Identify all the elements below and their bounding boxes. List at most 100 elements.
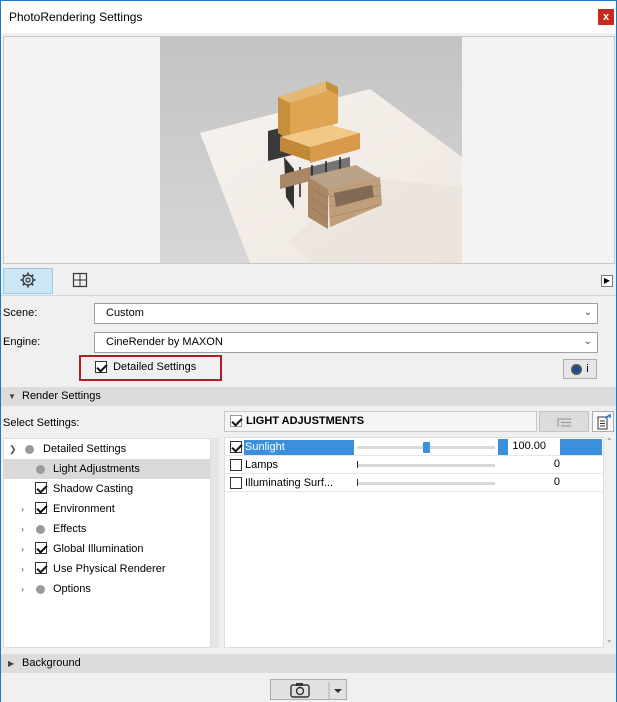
tree-item-label: Global Illumination bbox=[53, 543, 144, 555]
bullet-icon bbox=[25, 445, 34, 454]
intensity-slider[interactable] bbox=[357, 479, 495, 486]
document-export-button[interactable] bbox=[592, 411, 614, 432]
view-toolbar: ▶ bbox=[1, 266, 616, 296]
slider-handle[interactable] bbox=[357, 461, 358, 468]
dropdown-arrow-icon[interactable] bbox=[334, 689, 342, 693]
tree-item-label: Options bbox=[53, 583, 91, 595]
preview-area bbox=[3, 36, 615, 264]
light-row[interactable]: Illuminating Surf... 0 bbox=[225, 474, 603, 492]
tree-item-use-physical-renderer[interactable]: › Use Physical Renderer bbox=[4, 559, 210, 579]
light-name: Lamps bbox=[245, 459, 279, 471]
triangle-right-icon: ▶ bbox=[8, 659, 15, 668]
scene-value: Custom bbox=[106, 307, 144, 319]
tree-item-shadow-casting[interactable]: Shadow Casting bbox=[4, 479, 210, 499]
render-settings-section[interactable]: ▼ Render Settings bbox=[1, 387, 616, 406]
checkbox-icon[interactable] bbox=[230, 459, 242, 471]
gear-icon bbox=[20, 272, 36, 291]
checkbox-icon[interactable] bbox=[35, 502, 47, 514]
crop-frame-icon bbox=[72, 272, 88, 291]
expand-panel-button[interactable]: ▶ bbox=[601, 275, 613, 287]
tree-item-label: Detailed Settings bbox=[43, 443, 127, 455]
color-swatch[interactable] bbox=[560, 439, 602, 455]
tree-item-options[interactable]: › Options bbox=[4, 579, 210, 599]
info-button[interactable]: i bbox=[563, 359, 597, 379]
chevron-down-icon: ⌄ bbox=[583, 336, 592, 347]
checkbox-icon[interactable] bbox=[35, 562, 47, 574]
tree-item-label: Shadow Casting bbox=[53, 483, 134, 495]
tree-item-label: Environment bbox=[53, 503, 115, 515]
tree-item-label: Light Adjustments bbox=[53, 463, 140, 475]
render-preview-image bbox=[160, 37, 462, 263]
bullet-icon bbox=[36, 465, 45, 474]
info-label: i bbox=[586, 363, 589, 375]
scroll-down-icon[interactable]: ⌄ bbox=[606, 635, 613, 644]
photorendering-settings-window: PhotoRendering Settings x ▶ Scene: Custo… bbox=[0, 0, 617, 702]
engine-value: CineRender by MAXON bbox=[106, 336, 223, 348]
title-bar: PhotoRendering Settings x bbox=[1, 1, 616, 33]
tree-item-effects[interactable]: › Effects bbox=[4, 519, 210, 539]
engine-label: Engine: bbox=[3, 336, 41, 348]
tree-item-global-illumination[interactable]: › Global Illumination bbox=[4, 539, 210, 559]
scroll-up-icon[interactable]: ⌃ bbox=[606, 437, 613, 446]
tree-item-light-adjustments[interactable]: Light Adjustments bbox=[4, 459, 210, 479]
tree-item-label: Effects bbox=[53, 523, 87, 535]
triangle-right-icon: ▶ bbox=[603, 276, 611, 285]
detailed-settings-checkbox[interactable]: Detailed Settings bbox=[95, 361, 197, 374]
slider-handle[interactable] bbox=[423, 442, 430, 453]
checkbox-icon[interactable] bbox=[35, 542, 47, 554]
tree-item-detailed-settings[interactable]: ❯ Detailed Settings bbox=[4, 439, 210, 459]
camera-icon bbox=[290, 683, 310, 698]
checkbox-icon[interactable] bbox=[35, 482, 47, 494]
light-list-scrollbar[interactable]: ⌃ ⌄ bbox=[604, 437, 616, 648]
tab-size[interactable] bbox=[55, 268, 105, 294]
scene-dropdown[interactable]: Custom ⌄ bbox=[94, 303, 598, 324]
window-title: PhotoRendering Settings bbox=[9, 10, 143, 24]
light-value: 0 bbox=[553, 476, 560, 488]
background-section[interactable]: ▶ Background bbox=[1, 654, 616, 673]
engine-dropdown[interactable]: CineRender by MAXON ⌄ bbox=[94, 332, 598, 353]
triangle-down-icon: ▼ bbox=[8, 392, 16, 401]
light-value: 0 bbox=[553, 458, 560, 470]
render-engine-icon bbox=[571, 363, 583, 375]
chevron-right-icon[interactable]: › bbox=[21, 559, 24, 579]
detailed-settings-label: Detailed Settings bbox=[113, 361, 197, 373]
background-label: Background bbox=[22, 657, 81, 669]
list-icon bbox=[557, 418, 571, 427]
checkbox-icon[interactable] bbox=[230, 441, 242, 453]
settings-tree: ❯ Detailed Settings Light Adjustments Sh… bbox=[3, 438, 211, 648]
chevron-right-icon[interactable]: › bbox=[21, 539, 24, 559]
chevron-right-icon[interactable]: › bbox=[21, 519, 24, 539]
document-arrow-icon bbox=[597, 413, 611, 430]
detailed-settings-highlight: Detailed Settings bbox=[79, 355, 222, 381]
panel-title: LIGHT ADJUSTMENTS bbox=[246, 415, 365, 427]
footer-bar bbox=[1, 676, 616, 702]
light-row[interactable]: Lamps 0 bbox=[225, 456, 603, 474]
light-name: Illuminating Surf... bbox=[245, 477, 334, 489]
light-list: Sunlight 100.00 Lamps 0 Illuminating Surf...… bbox=[224, 437, 604, 648]
render-button[interactable] bbox=[270, 679, 347, 700]
select-settings-label: Select Settings: bbox=[3, 417, 80, 429]
intensity-slider[interactable] bbox=[357, 439, 508, 455]
list-view-button[interactable] bbox=[539, 411, 589, 432]
slider-handle[interactable] bbox=[357, 479, 358, 486]
building-render bbox=[160, 37, 462, 263]
light-value: 100.00 bbox=[512, 440, 546, 452]
tab-settings[interactable] bbox=[3, 268, 53, 294]
chevron-down-icon: ⌄ bbox=[583, 307, 592, 318]
checkbox-icon[interactable] bbox=[230, 477, 242, 489]
render-settings-label: Render Settings bbox=[22, 390, 101, 402]
chevron-right-icon[interactable]: › bbox=[21, 579, 24, 599]
chevron-right-icon[interactable]: › bbox=[21, 499, 24, 519]
tree-scrollbar[interactable] bbox=[211, 438, 219, 648]
bullet-icon bbox=[36, 525, 45, 534]
light-row[interactable]: Sunlight 100.00 bbox=[225, 438, 603, 456]
checkbox-icon[interactable] bbox=[230, 415, 242, 427]
tree-item-environment[interactable]: › Environment bbox=[4, 499, 210, 519]
bullet-icon bbox=[36, 585, 45, 594]
light-name: Sunlight bbox=[244, 440, 354, 455]
intensity-slider[interactable] bbox=[357, 461, 495, 468]
checkbox-icon bbox=[95, 361, 107, 374]
chevron-down-icon: ❯ bbox=[9, 444, 17, 454]
scene-label: Scene: bbox=[3, 307, 38, 319]
close-button[interactable]: x bbox=[598, 9, 614, 25]
